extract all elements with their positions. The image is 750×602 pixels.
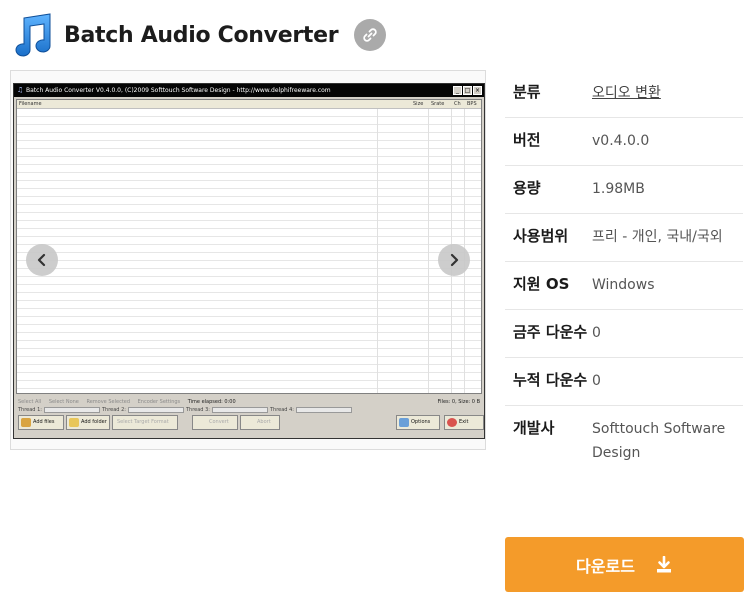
options-button: Options <box>396 415 440 430</box>
info-value: 프리 - 개인, 국내/국외 <box>592 229 723 245</box>
col-ch: Ch <box>454 101 461 107</box>
abort-button: Abort <box>240 415 280 430</box>
select-format-dropdown: Select Target Format <box>112 415 178 430</box>
file-list-header: Filename Size Srate Ch BPS <box>17 100 481 109</box>
info-label: 지원 OS <box>513 275 570 293</box>
chevron-left-icon <box>37 253 46 267</box>
info-row-version: 버전 v0.4.0.0 <box>505 118 743 166</box>
link-icon <box>363 28 377 42</box>
window-controls: _ □ × <box>453 86 482 95</box>
thread-4: Thread 4: <box>270 407 352 413</box>
window-music-icon: ♫ <box>17 86 24 94</box>
info-label: 금주 다운수 <box>513 323 588 341</box>
category-link[interactable]: 오디오 변환 <box>592 81 743 105</box>
info-label: 버전 <box>513 131 541 149</box>
screenshot-controls: Select All Select None Remove Selected E… <box>16 397 484 437</box>
info-row-weekly-downloads: 금주 다운수 0 <box>505 310 743 358</box>
download-icon <box>656 555 671 572</box>
app-header: Batch Audio Converter <box>10 10 387 60</box>
download-label: 다운로드 <box>576 556 635 576</box>
info-value: Windows <box>592 277 655 293</box>
info-value: Softtouch Software Design <box>592 421 726 461</box>
col-srate: Srate <box>431 101 445 107</box>
info-value: v0.4.0.0 <box>592 133 650 149</box>
info-row-os: 지원 OS Windows <box>505 262 743 310</box>
next-screenshot-button[interactable] <box>438 244 470 276</box>
thread-progress: Thread 1: Thread 2: Thread 3: Thread 4: <box>18 407 478 413</box>
file-list-rows <box>17 109 481 393</box>
maximize-icon: □ <box>463 86 472 95</box>
col-bps: BPS <box>467 101 477 107</box>
previous-screenshot-button[interactable] <box>26 244 58 276</box>
thread-2: Thread 2: <box>102 407 184 413</box>
download-button[interactable]: 다운로드 <box>505 537 744 592</box>
info-label: 사용범위 <box>513 227 569 245</box>
info-value: 0 <box>592 373 601 389</box>
info-label: 분류 <box>513 83 541 101</box>
thread-3: Thread 3: <box>186 407 268 413</box>
info-row-developer: 개발사 Softtouch Software Design <box>505 406 743 477</box>
add-folder-button: Add folder <box>66 415 110 430</box>
copy-link-button[interactable] <box>354 19 387 51</box>
close-icon: × <box>473 86 482 95</box>
files-info: Files: 0, Size: 0 B <box>437 399 480 405</box>
info-row-license: 사용범위 프리 - 개인, 국내/국외 <box>505 214 743 262</box>
selection-links: Select All Select None Remove Selected E… <box>18 399 236 405</box>
app-screenshot: ♫ Batch Audio Converter V0.4.0.0, (C)200… <box>13 83 485 439</box>
convert-button: Convert <box>192 415 238 430</box>
exit-button: Exit <box>444 415 484 430</box>
file-list: Filename Size Srate Ch BPS <box>16 99 482 394</box>
info-row-size: 용량 1.98MB <box>505 166 743 214</box>
screenshot-button-row: Add files Add folder Select Target Forma… <box>18 415 484 431</box>
app-title: Batch Audio Converter <box>64 22 339 48</box>
screenshot-gallery: ♫ Batch Audio Converter V0.4.0.0, (C)200… <box>10 70 486 450</box>
col-size: Size <box>413 101 424 107</box>
thread-1: Thread 1: <box>18 407 100 413</box>
info-label: 개발사 <box>513 419 555 437</box>
info-value: 1.98MB <box>592 181 645 197</box>
chevron-right-icon <box>450 253 459 267</box>
col-filename: Filename <box>19 101 42 107</box>
info-row-category: 분류 오디오 변환 <box>505 70 743 118</box>
info-row-total-downloads: 누적 다운수 0 <box>505 358 743 406</box>
minimize-icon: _ <box>453 86 462 95</box>
music-note-icon <box>15 13 51 57</box>
info-label: 용량 <box>513 179 541 197</box>
software-info-table: 분류 오디오 변환 버전 v0.4.0.0 용량 1.98MB 사용범위 프리 … <box>505 70 743 477</box>
info-value: 0 <box>592 325 601 341</box>
screenshot-window-title: ♫ Batch Audio Converter V0.4.0.0, (C)200… <box>14 84 484 97</box>
info-label: 누적 다운수 <box>513 371 588 389</box>
add-files-button: Add files <box>18 415 64 430</box>
